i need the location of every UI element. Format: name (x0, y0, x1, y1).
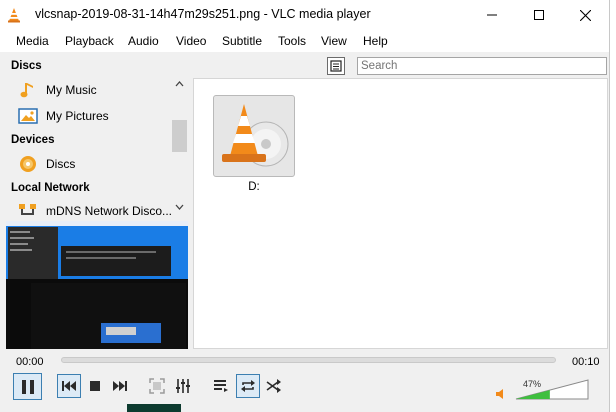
section-title-local-network: Local Network (11, 182, 90, 194)
media-tile-label: D: (248, 181, 260, 193)
shuffle-icon (266, 379, 281, 393)
maximize-icon (534, 10, 544, 20)
previous-button[interactable] (57, 374, 81, 398)
scroll-up-icon[interactable] (175, 81, 184, 87)
video-preview[interactable] (6, 221, 188, 349)
previous-icon (62, 381, 76, 391)
volume-slider[interactable] (515, 378, 590, 401)
next-button[interactable] (108, 374, 132, 398)
vlc-window: vlcsnap-2019-08-31-14h47m29s251.png - VL… (0, 0, 610, 412)
seek-slider[interactable] (61, 357, 556, 363)
maximize-button[interactable] (517, 0, 561, 30)
sidebar-item-label: Discs (46, 157, 76, 171)
network-icon (19, 204, 36, 215)
section-title-devices: Devices (11, 134, 55, 146)
sidebar-scrollbar[interactable] (172, 78, 187, 218)
stop-icon (90, 381, 100, 391)
pause-icon (21, 379, 34, 394)
sidebar-item-label: My Pictures (46, 109, 109, 123)
menu-playback[interactable]: Playback (65, 34, 114, 48)
list-view-icon (327, 57, 345, 75)
title-bar[interactable]: vlcsnap-2019-08-31-14h47m29s251.png - VL… (0, 0, 609, 30)
disc-icon (20, 156, 36, 172)
menu-media[interactable]: Media (16, 34, 49, 48)
menu-tools[interactable]: Tools (278, 34, 306, 48)
sidebar-item-label: mDNS Network Disco... (46, 204, 173, 218)
sidebar: Discs My Music My Pictures Devices Discs… (6, 58, 188, 218)
window-title: vlcsnap-2019-08-31-14h47m29s251.png - VL… (35, 7, 371, 21)
scroll-down-icon[interactable] (175, 204, 184, 210)
extended-settings-button[interactable] (171, 374, 195, 398)
next-icon (113, 381, 127, 391)
sidebar-item-label: My Music (46, 83, 97, 97)
equalizer-icon (176, 379, 190, 393)
close-icon (579, 9, 591, 21)
play-pause-button[interactable] (13, 373, 42, 400)
minimize-button[interactable] (470, 0, 514, 30)
loop-button[interactable] (236, 374, 260, 398)
media-tile-d[interactable] (213, 95, 295, 177)
vlc-disc-icon (222, 104, 289, 167)
time-total[interactable]: 00:10 (572, 356, 600, 368)
shuffle-button[interactable] (262, 374, 286, 398)
music-note-icon (20, 83, 33, 98)
fullscreen-icon (149, 378, 165, 394)
scrollbar-thumb[interactable] (172, 120, 187, 152)
preview-thumbnail (6, 221, 188, 349)
stop-button[interactable] (83, 374, 107, 398)
pictures-icon (18, 108, 38, 124)
desktop-background-strip (127, 404, 181, 412)
menu-audio[interactable]: Audio (128, 34, 159, 48)
section-title-discs: Discs (11, 60, 42, 72)
menu-bar: Media Playback Audio Video Subtitle Tool… (0, 30, 609, 52)
minimize-icon (487, 14, 497, 16)
time-elapsed: 00:00 (16, 356, 44, 368)
menu-view[interactable]: View (321, 34, 347, 48)
menu-subtitle[interactable]: Subtitle (222, 34, 262, 48)
search-input[interactable] (357, 57, 607, 75)
vlc-cone-icon (8, 8, 20, 23)
loop-icon (241, 380, 255, 392)
menu-video[interactable]: Video (176, 34, 206, 48)
view-mode-button[interactable] (327, 57, 345, 75)
playlist-icon (214, 380, 228, 392)
close-button[interactable] (563, 0, 607, 30)
playlist-button[interactable] (209, 374, 233, 398)
fullscreen-button[interactable] (145, 374, 169, 398)
menu-help[interactable]: Help (363, 34, 388, 48)
speaker-icon[interactable] (495, 388, 507, 400)
